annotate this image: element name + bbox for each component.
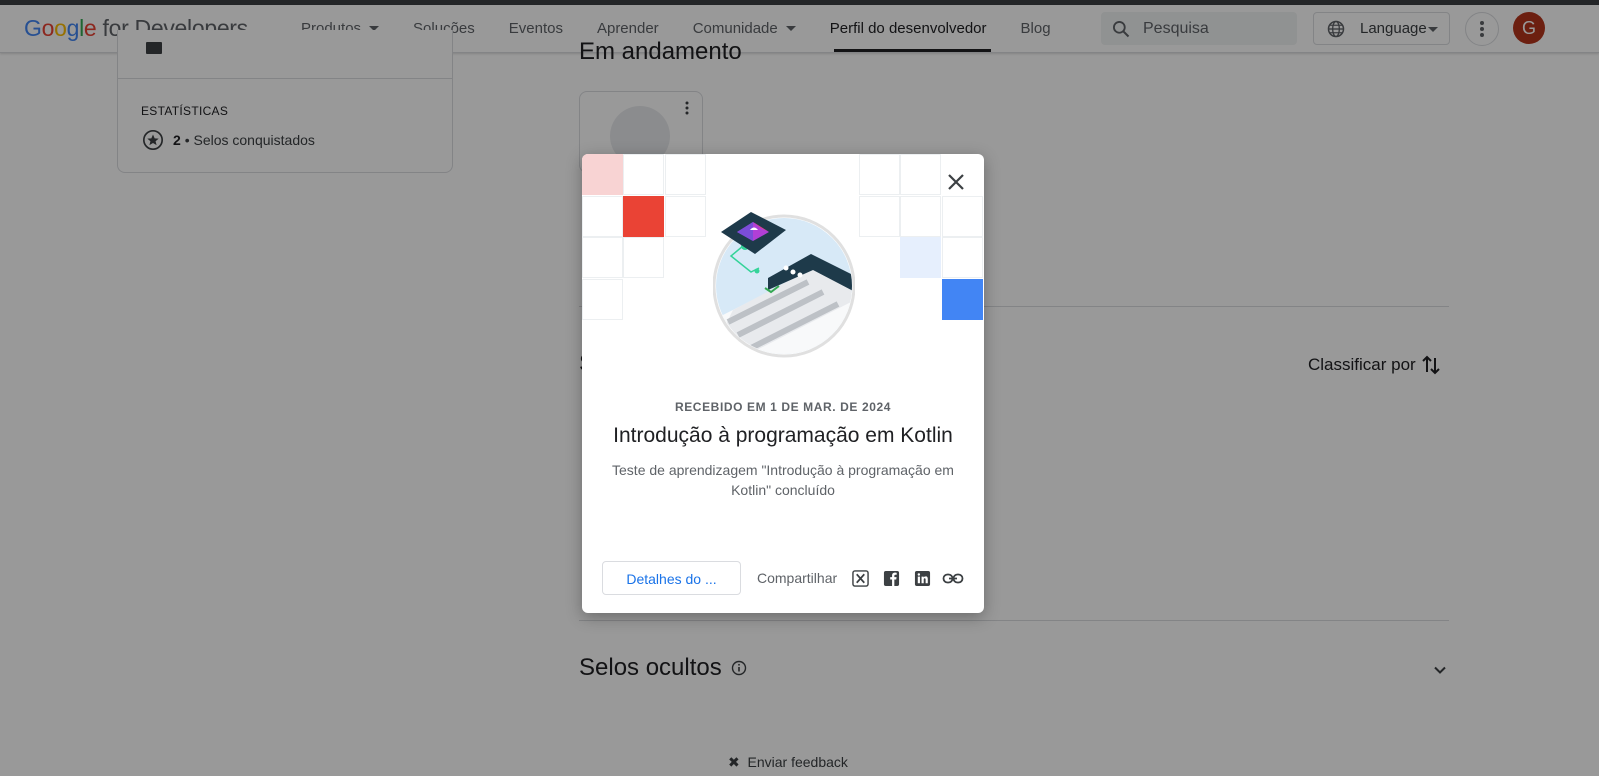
decor-tile	[582, 279, 623, 320]
decor-tile	[859, 154, 900, 195]
linkedin-icon[interactable]	[914, 570, 931, 587]
received-date: RECEBIDO EM 1 DE MAR. DE 2024	[674, 400, 892, 414]
decor-tile	[665, 196, 706, 237]
decor-tile	[623, 154, 664, 195]
decor-tile	[623, 196, 664, 237]
decor-tile	[942, 196, 983, 237]
kotlin-badge-illustration	[713, 212, 855, 358]
decor-tile	[623, 237, 664, 278]
badge-description: Teste de aprendizagem "Introdução à prog…	[612, 462, 954, 498]
share-label: Compartilhar	[757, 570, 838, 586]
link-icon[interactable]	[942, 570, 964, 587]
close-icon	[948, 174, 964, 190]
facebook-icon[interactable]	[883, 570, 900, 587]
decor-tile	[582, 237, 623, 278]
decor-tile	[665, 154, 706, 195]
badge-details-dialog: RECEBIDO EM 1 DE MAR. DE 2024 Introdução…	[582, 154, 984, 613]
decor-tile	[942, 237, 983, 278]
decor-tile	[942, 279, 983, 320]
x-icon[interactable]	[852, 570, 869, 587]
decor-tile	[582, 154, 623, 195]
decor-tile	[900, 154, 941, 195]
close-button[interactable]	[944, 170, 968, 194]
decor-tile	[900, 196, 941, 237]
decor-tile	[900, 237, 941, 278]
decor-tile	[859, 196, 900, 237]
decor-tile	[582, 196, 623, 237]
badge-title: Introdução à programação em Kotlin	[613, 424, 953, 447]
badge-details-button[interactable]: Detalhes do ...	[602, 561, 741, 595]
